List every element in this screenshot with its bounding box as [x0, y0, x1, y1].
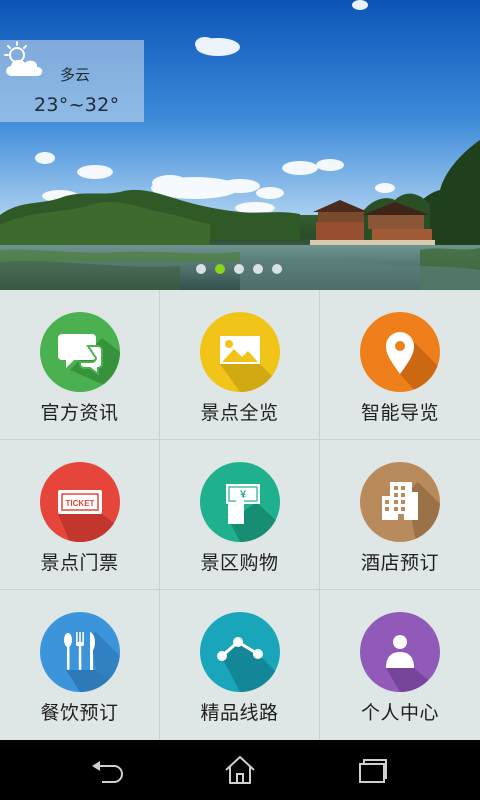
menu-label: 个人中心 — [360, 702, 439, 724]
recent-apps-icon[interactable] — [352, 752, 392, 788]
person-icon — [360, 612, 440, 692]
menu-label: 酒店预订 — [360, 552, 439, 574]
carousel-dot[interactable] — [234, 264, 244, 274]
menu-item-featured-routes[interactable]: 精品线路 — [160, 590, 319, 740]
hotel-building-icon — [360, 462, 440, 542]
weather-condition: 多云 — [60, 66, 91, 84]
menu-label: 景区购物 — [200, 552, 279, 574]
menu-item-official-news[interactable]: 官方资讯 — [0, 290, 159, 439]
back-icon[interactable] — [88, 752, 128, 788]
menu-label: 智能导览 — [360, 402, 439, 424]
system-navigation-bar — [0, 740, 480, 800]
menu-label: 餐饮预订 — [40, 702, 119, 724]
carousel-dot-active[interactable] — [215, 264, 225, 274]
menu-item-shopping[interactable]: ¥ 景区购物 — [160, 440, 319, 589]
menu-item-scenic-overview[interactable]: 景点全览 — [160, 290, 319, 439]
ticket-icon: TICKET — [39, 462, 120, 542]
feature-grid: 官方资讯 景点全览 智能导览 TICKET 景点门票 ¥ 景区购物 酒店预订 餐… — [0, 290, 480, 740]
weather-temperature: 23°~32° — [34, 94, 120, 116]
menu-item-tickets[interactable]: TICKET 景点门票 — [0, 440, 159, 589]
carousel-dot[interactable] — [196, 264, 206, 274]
carousel-dot[interactable] — [272, 264, 282, 274]
menu-label: 官方资讯 — [40, 402, 119, 424]
shopping-cash-icon: ¥ — [199, 462, 280, 542]
app-screen: 多云 23°~32° 官方资讯 景点全览 智能导览 TICKET 景点门票 ¥ … — [0, 0, 480, 800]
menu-item-hotel-booking[interactable]: 酒店预订 — [320, 440, 480, 589]
route-icon — [199, 612, 280, 692]
menu-item-dining-booking[interactable]: 餐饮预订 — [0, 590, 159, 740]
map-pin-icon — [360, 312, 440, 392]
carousel-dot[interactable] — [253, 264, 263, 274]
menu-label: 景点全览 — [200, 402, 279, 424]
scenic-banner-carousel[interactable]: 多云 23°~32° — [0, 0, 480, 290]
menu-label: 景点门票 — [40, 552, 119, 574]
cutlery-icon — [39, 612, 120, 692]
home-icon[interactable] — [220, 752, 260, 788]
chat-bubbles-icon — [39, 312, 120, 392]
menu-label: 精品线路 — [200, 702, 279, 724]
menu-item-personal-center[interactable]: 个人中心 — [320, 590, 480, 740]
carousel-indicator — [196, 264, 282, 276]
menu-item-smart-guide[interactable]: 智能导览 — [320, 290, 480, 439]
landscape-picture-icon — [199, 312, 280, 392]
partly-cloudy-icon — [4, 41, 43, 76]
svg-text:TICKET: TICKET — [65, 499, 94, 508]
weather-widget[interactable]: 多云 23°~32° — [0, 40, 144, 122]
